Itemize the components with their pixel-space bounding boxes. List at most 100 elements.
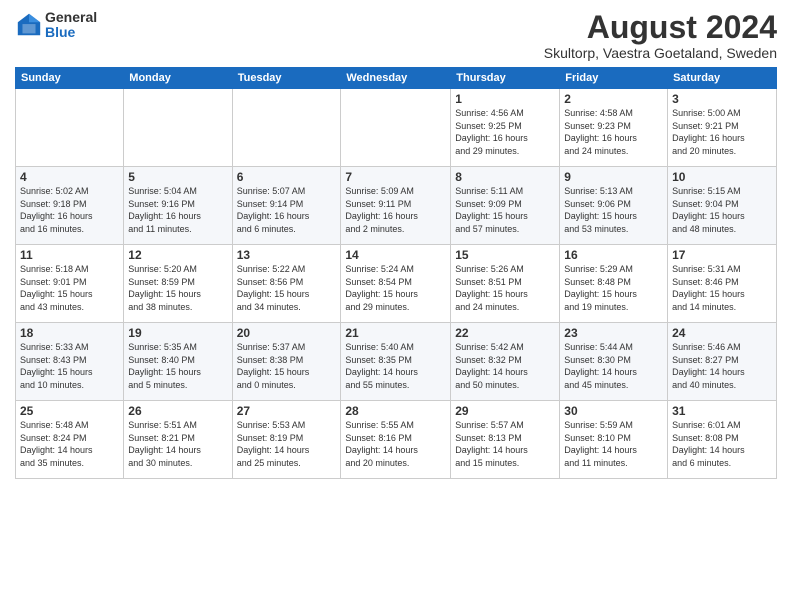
calendar-cell: 21Sunrise: 5:40 AM Sunset: 8:35 PM Dayli… <box>341 323 451 401</box>
calendar-cell: 11Sunrise: 5:18 AM Sunset: 9:01 PM Dayli… <box>16 245 124 323</box>
col-header-thursday: Thursday <box>451 68 560 89</box>
day-number: 23 <box>564 326 663 340</box>
day-info: Sunrise: 5:15 AM Sunset: 9:04 PM Dayligh… <box>672 185 772 235</box>
day-number: 30 <box>564 404 663 418</box>
day-info: Sunrise: 5:22 AM Sunset: 8:56 PM Dayligh… <box>237 263 337 313</box>
calendar-cell: 5Sunrise: 5:04 AM Sunset: 9:16 PM Daylig… <box>124 167 232 245</box>
day-number: 17 <box>672 248 772 262</box>
day-info: Sunrise: 5:31 AM Sunset: 8:46 PM Dayligh… <box>672 263 772 313</box>
day-number: 29 <box>455 404 555 418</box>
day-number: 24 <box>672 326 772 340</box>
day-info: Sunrise: 5:00 AM Sunset: 9:21 PM Dayligh… <box>672 107 772 157</box>
day-number: 2 <box>564 92 663 106</box>
day-info: Sunrise: 5:29 AM Sunset: 8:48 PM Dayligh… <box>564 263 663 313</box>
day-number: 7 <box>345 170 446 184</box>
day-info: Sunrise: 5:11 AM Sunset: 9:09 PM Dayligh… <box>455 185 555 235</box>
calendar-cell: 14Sunrise: 5:24 AM Sunset: 8:54 PM Dayli… <box>341 245 451 323</box>
calendar-cell: 28Sunrise: 5:55 AM Sunset: 8:16 PM Dayli… <box>341 401 451 479</box>
day-info: Sunrise: 5:48 AM Sunset: 8:24 PM Dayligh… <box>20 419 119 469</box>
calendar-cell: 12Sunrise: 5:20 AM Sunset: 8:59 PM Dayli… <box>124 245 232 323</box>
col-header-monday: Monday <box>124 68 232 89</box>
day-number: 26 <box>128 404 227 418</box>
day-number: 3 <box>672 92 772 106</box>
day-number: 5 <box>128 170 227 184</box>
day-info: Sunrise: 5:55 AM Sunset: 8:16 PM Dayligh… <box>345 419 446 469</box>
day-info: Sunrise: 5:02 AM Sunset: 9:18 PM Dayligh… <box>20 185 119 235</box>
calendar-cell: 3Sunrise: 5:00 AM Sunset: 9:21 PM Daylig… <box>668 89 777 167</box>
day-info: Sunrise: 5:24 AM Sunset: 8:54 PM Dayligh… <box>345 263 446 313</box>
calendar-cell: 31Sunrise: 6:01 AM Sunset: 8:08 PM Dayli… <box>668 401 777 479</box>
day-info: Sunrise: 4:56 AM Sunset: 9:25 PM Dayligh… <box>455 107 555 157</box>
day-number: 31 <box>672 404 772 418</box>
day-info: Sunrise: 5:44 AM Sunset: 8:30 PM Dayligh… <box>564 341 663 391</box>
day-info: Sunrise: 5:20 AM Sunset: 8:59 PM Dayligh… <box>128 263 227 313</box>
day-number: 25 <box>20 404 119 418</box>
calendar-cell: 8Sunrise: 5:11 AM Sunset: 9:09 PM Daylig… <box>451 167 560 245</box>
logo-icon <box>15 11 43 39</box>
calendar-cell: 10Sunrise: 5:15 AM Sunset: 9:04 PM Dayli… <box>668 167 777 245</box>
day-number: 28 <box>345 404 446 418</box>
header: General Blue August 2024 Skultorp, Vaest… <box>15 10 777 61</box>
calendar-cell <box>16 89 124 167</box>
calendar-cell: 6Sunrise: 5:07 AM Sunset: 9:14 PM Daylig… <box>232 167 341 245</box>
logo-text: General Blue <box>45 10 97 41</box>
day-number: 6 <box>237 170 337 184</box>
day-number: 16 <box>564 248 663 262</box>
day-number: 8 <box>455 170 555 184</box>
calendar-cell: 16Sunrise: 5:29 AM Sunset: 8:48 PM Dayli… <box>560 245 668 323</box>
day-number: 9 <box>564 170 663 184</box>
calendar-cell: 9Sunrise: 5:13 AM Sunset: 9:06 PM Daylig… <box>560 167 668 245</box>
day-number: 19 <box>128 326 227 340</box>
day-number: 12 <box>128 248 227 262</box>
calendar-location: Skultorp, Vaestra Goetaland, Sweden <box>544 45 777 61</box>
day-info: Sunrise: 5:13 AM Sunset: 9:06 PM Dayligh… <box>564 185 663 235</box>
day-number: 13 <box>237 248 337 262</box>
col-header-friday: Friday <box>560 68 668 89</box>
day-info: Sunrise: 5:26 AM Sunset: 8:51 PM Dayligh… <box>455 263 555 313</box>
day-number: 11 <box>20 248 119 262</box>
calendar-cell: 2Sunrise: 4:58 AM Sunset: 9:23 PM Daylig… <box>560 89 668 167</box>
day-number: 18 <box>20 326 119 340</box>
calendar-cell: 26Sunrise: 5:51 AM Sunset: 8:21 PM Dayli… <box>124 401 232 479</box>
calendar-cell: 17Sunrise: 5:31 AM Sunset: 8:46 PM Dayli… <box>668 245 777 323</box>
col-header-tuesday: Tuesday <box>232 68 341 89</box>
calendar-week-1: 4Sunrise: 5:02 AM Sunset: 9:18 PM Daylig… <box>16 167 777 245</box>
calendar-header-row: SundayMondayTuesdayWednesdayThursdayFrid… <box>16 68 777 89</box>
calendar-title: August 2024 <box>544 10 777 45</box>
page: General Blue August 2024 Skultorp, Vaest… <box>0 0 792 612</box>
calendar-cell: 13Sunrise: 5:22 AM Sunset: 8:56 PM Dayli… <box>232 245 341 323</box>
calendar-cell: 15Sunrise: 5:26 AM Sunset: 8:51 PM Dayli… <box>451 245 560 323</box>
day-info: Sunrise: 4:58 AM Sunset: 9:23 PM Dayligh… <box>564 107 663 157</box>
day-info: Sunrise: 5:46 AM Sunset: 8:27 PM Dayligh… <box>672 341 772 391</box>
calendar-cell: 18Sunrise: 5:33 AM Sunset: 8:43 PM Dayli… <box>16 323 124 401</box>
calendar-week-0: 1Sunrise: 4:56 AM Sunset: 9:25 PM Daylig… <box>16 89 777 167</box>
day-number: 14 <box>345 248 446 262</box>
day-info: Sunrise: 5:57 AM Sunset: 8:13 PM Dayligh… <box>455 419 555 469</box>
calendar-cell <box>232 89 341 167</box>
day-info: Sunrise: 5:53 AM Sunset: 8:19 PM Dayligh… <box>237 419 337 469</box>
calendar-cell: 1Sunrise: 4:56 AM Sunset: 9:25 PM Daylig… <box>451 89 560 167</box>
title-block: August 2024 Skultorp, Vaestra Goetaland,… <box>544 10 777 61</box>
day-number: 27 <box>237 404 337 418</box>
day-number: 21 <box>345 326 446 340</box>
day-info: Sunrise: 5:33 AM Sunset: 8:43 PM Dayligh… <box>20 341 119 391</box>
calendar-cell: 7Sunrise: 5:09 AM Sunset: 9:11 PM Daylig… <box>341 167 451 245</box>
calendar-cell: 25Sunrise: 5:48 AM Sunset: 8:24 PM Dayli… <box>16 401 124 479</box>
day-info: Sunrise: 5:07 AM Sunset: 9:14 PM Dayligh… <box>237 185 337 235</box>
calendar-cell: 24Sunrise: 5:46 AM Sunset: 8:27 PM Dayli… <box>668 323 777 401</box>
col-header-saturday: Saturday <box>668 68 777 89</box>
day-number: 22 <box>455 326 555 340</box>
day-number: 1 <box>455 92 555 106</box>
day-info: Sunrise: 5:35 AM Sunset: 8:40 PM Dayligh… <box>128 341 227 391</box>
day-number: 20 <box>237 326 337 340</box>
day-info: Sunrise: 6:01 AM Sunset: 8:08 PM Dayligh… <box>672 419 772 469</box>
day-number: 4 <box>20 170 119 184</box>
day-number: 15 <box>455 248 555 262</box>
calendar-cell: 22Sunrise: 5:42 AM Sunset: 8:32 PM Dayli… <box>451 323 560 401</box>
logo-blue-label: Blue <box>45 25 97 40</box>
calendar-cell: 30Sunrise: 5:59 AM Sunset: 8:10 PM Dayli… <box>560 401 668 479</box>
calendar-cell: 23Sunrise: 5:44 AM Sunset: 8:30 PM Dayli… <box>560 323 668 401</box>
day-info: Sunrise: 5:04 AM Sunset: 9:16 PM Dayligh… <box>128 185 227 235</box>
day-info: Sunrise: 5:59 AM Sunset: 8:10 PM Dayligh… <box>564 419 663 469</box>
col-header-sunday: Sunday <box>16 68 124 89</box>
